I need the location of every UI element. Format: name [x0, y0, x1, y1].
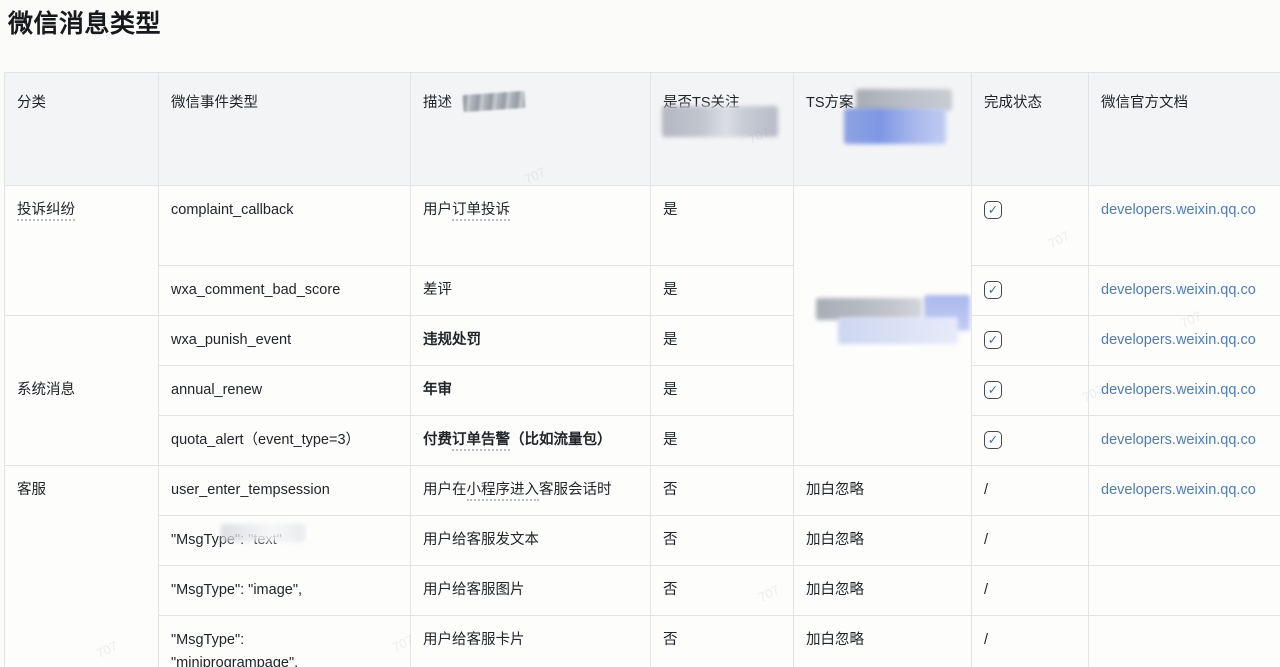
cell-event: "MsgType": "image", — [158, 565, 411, 616]
cell-desc: 用户给客服发文本 — [410, 515, 651, 566]
column-header-done-status: 完成状态 — [971, 72, 1089, 186]
column-header-ts-plan: TS方案 — [793, 72, 972, 186]
checkbox-checked[interactable]: ✓ — [984, 201, 1002, 220]
cell-desc: 用户订单投诉 — [410, 185, 651, 266]
doc-link[interactable]: developers.weixin.qq.co — [1101, 332, 1256, 348]
cell-event: wxa_comment_bad_score — [158, 265, 411, 316]
cell-ts-plan: 加白忽略 — [793, 515, 972, 566]
column-header-description: 描述 — [410, 72, 651, 186]
document-page: 微信消息类型 分类 微信事件类型 描述 是否TS关注 TS方案 完成状态 微信官… — [0, 0, 1280, 667]
column-header-official-doc: 微信官方文档 — [1088, 72, 1280, 186]
cell-done: ✓ — [971, 365, 1089, 416]
table-row: 系统消息 wxa_punish_event 违规处罚 是 ✓ developer… — [4, 315, 1280, 466]
doc-link[interactable]: developers.weixin.qq.co — [1101, 382, 1256, 398]
redaction-blur — [221, 524, 305, 542]
check-icon: ✓ — [987, 383, 999, 397]
cell-ts-follow: 否 — [650, 465, 794, 516]
cell-event: wxa_punish_event — [158, 315, 411, 366]
cell-event: "MsgType": "text" — [158, 515, 411, 566]
checkbox-checked[interactable]: ✓ — [984, 431, 1002, 450]
checkbox-checked[interactable]: ✓ — [984, 331, 1002, 350]
cell-event: quota_alert（event_type=3） — [158, 415, 411, 466]
cell-done: ✓ — [971, 185, 1089, 266]
doc-link[interactable]: developers.weixin.qq.co — [1101, 482, 1256, 498]
cell-ts-plan: 加白忽略 — [793, 465, 972, 516]
message-types-table: 分类 微信事件类型 描述 是否TS关注 TS方案 完成状态 微信官方文档 投诉纠… — [4, 72, 1280, 667]
cell-doc-link — [1088, 615, 1280, 667]
cell-desc: 违规处罚 — [410, 315, 651, 366]
cell-ts-follow: 是 — [650, 365, 794, 416]
cell-desc: 付费订单告警（比如流量包） — [410, 415, 651, 466]
cell-desc: 用户给客服图片 — [410, 565, 651, 616]
doc-link[interactable]: developers.weixin.qq.co — [1101, 202, 1256, 218]
doc-link[interactable]: developers.weixin.qq.co — [1101, 432, 1256, 448]
table-header-row: 分类 微信事件类型 描述 是否TS关注 TS方案 完成状态 微信官方文档 — [4, 72, 1280, 186]
checkbox-checked[interactable]: ✓ — [984, 281, 1002, 300]
cell-event: complaint_callback — [158, 185, 411, 266]
cell-desc: 用户给客服卡片 — [410, 615, 651, 667]
check-icon: ✓ — [987, 433, 999, 447]
cell-ts-follow: 是 — [650, 185, 794, 266]
cell-doc-link — [1088, 515, 1280, 566]
cell-desc: 差评 — [410, 265, 651, 316]
cell-ts-follow: 是 — [650, 315, 794, 366]
cell-ts-follow: 是 — [650, 415, 794, 466]
cell-doc-link: developers.weixin.qq.co — [1088, 185, 1280, 266]
category-cell-customer-service: 客服 — [4, 465, 159, 667]
cell-done: / — [971, 465, 1089, 516]
cell-doc-link: developers.weixin.qq.co — [1088, 265, 1280, 316]
cell-done: ✓ — [971, 265, 1089, 316]
cell-doc-link: developers.weixin.qq.co — [1088, 315, 1280, 366]
table-row: 投诉纠纷 complaint_callback 用户订单投诉 是 ✓ devel… — [4, 185, 1280, 466]
cell-ts-plan-merged — [793, 185, 972, 466]
cell-done: / — [971, 565, 1089, 616]
cell-done: ✓ — [971, 315, 1089, 366]
cell-event: "MsgType": "miniprogrampage", — [158, 615, 411, 667]
cell-doc-link: developers.weixin.qq.co — [1088, 415, 1280, 466]
column-header-event-type: 微信事件类型 — [158, 72, 411, 186]
cell-ts-follow: 否 — [650, 615, 794, 667]
redaction-scribble — [462, 90, 526, 113]
table-row: "MsgType": "miniprogrampage", 用户给客服卡片 否 加… — [5, 615, 1280, 667]
check-icon: ✓ — [987, 333, 999, 347]
cell-ts-plan: 加白忽略 — [793, 565, 972, 616]
cell-done: / — [971, 515, 1089, 566]
checkbox-checked[interactable]: ✓ — [984, 381, 1002, 400]
table-row: wxa_comment_bad_score 差评 是 ✓ developers.… — [5, 265, 1280, 316]
category-cell-system: 系统消息 — [4, 315, 159, 466]
redaction-blur — [844, 108, 946, 144]
doc-link[interactable]: developers.weixin.qq.co — [1101, 282, 1256, 298]
column-header-category: 分类 — [4, 72, 159, 186]
table-row: "MsgType": "text" 用户给客服发文本 否 加白忽略 / — [5, 515, 1280, 566]
table-row: annual_renew 年审 是 ✓ developers.weixin.qq… — [5, 365, 1280, 416]
cell-doc-link: developers.weixin.qq.co — [1088, 465, 1280, 516]
cell-event: annual_renew — [158, 365, 411, 416]
redaction-blur — [838, 317, 958, 344]
table-row: 客服 user_enter_tempsession 用户在小程序进入客服会话时 … — [4, 465, 1280, 667]
cell-done: ✓ — [971, 415, 1089, 466]
cell-ts-follow: 否 — [650, 565, 794, 616]
cell-ts-follow: 是 — [650, 265, 794, 316]
redaction-blur — [662, 106, 778, 137]
cell-desc: 年审 — [410, 365, 651, 416]
cell-desc: 用户在小程序进入客服会话时 — [410, 465, 651, 516]
cell-doc-link: developers.weixin.qq.co — [1088, 365, 1280, 416]
cell-doc-link — [1088, 565, 1280, 616]
cell-ts-follow: 否 — [650, 515, 794, 566]
check-icon: ✓ — [987, 283, 999, 297]
table-row: "MsgType": "image", 用户给客服图片 否 加白忽略 / — [5, 565, 1280, 616]
cell-event: user_enter_tempsession — [158, 465, 411, 516]
cell-ts-plan: 加白忽略 — [793, 615, 972, 667]
column-header-ts-follow: 是否TS关注 — [650, 72, 794, 186]
table-row: quota_alert（event_type=3） 付费订单告警（比如流量包） … — [5, 415, 1280, 466]
cell-done: / — [971, 615, 1089, 667]
page-title: 微信消息类型 — [8, 10, 162, 38]
check-icon: ✓ — [987, 203, 999, 217]
category-cell-complaint: 投诉纠纷 — [4, 185, 159, 316]
